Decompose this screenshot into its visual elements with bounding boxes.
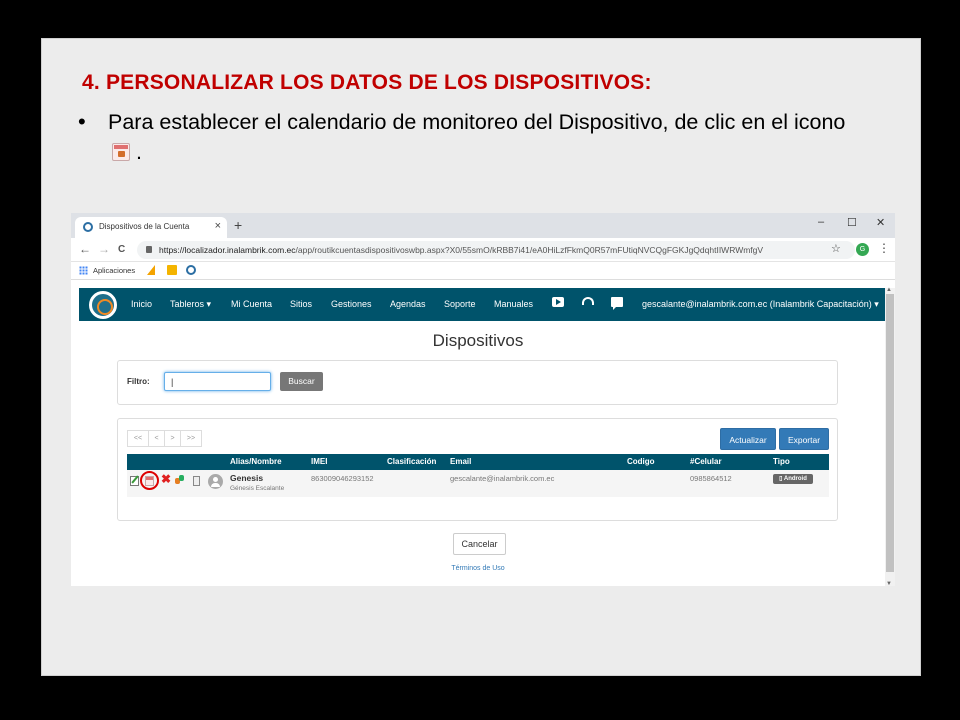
device-name: Génesis Escalante bbox=[230, 485, 285, 492]
filter-panel: Filtro: Buscar bbox=[117, 360, 838, 405]
bookmark-apps[interactable]: Aplicaciones bbox=[93, 266, 135, 275]
document-icon[interactable] bbox=[193, 476, 200, 486]
address-bar-row: ← → C https://localizador.inalambrik.com… bbox=[71, 238, 895, 262]
device-alias: Genesis bbox=[230, 473, 264, 483]
reload-button[interactable]: C bbox=[118, 244, 125, 255]
browser-screenshot: Dispositivos de la Cuenta × + – ☐ ✕ ← → … bbox=[71, 213, 895, 586]
pager-first-button[interactable]: << bbox=[127, 430, 149, 447]
browser-tab[interactable]: Dispositivos de la Cuenta × bbox=[75, 217, 227, 238]
scroll-up-icon[interactable]: ▲ bbox=[886, 287, 892, 293]
col-celular[interactable]: #Celular bbox=[690, 457, 722, 466]
col-codigo[interactable]: Codigo bbox=[627, 457, 655, 466]
url-host: https://localizador.inalambrik.com.ec bbox=[159, 245, 296, 255]
nav-sitios[interactable]: Sitios bbox=[290, 299, 312, 309]
export-button[interactable]: Exportar bbox=[779, 428, 829, 450]
bookmark-inalambrik-icon[interactable] bbox=[186, 265, 196, 275]
tab-title: Dispositivos de la Cuenta bbox=[99, 222, 190, 231]
browser-tab-bar: Dispositivos de la Cuenta × + – ☐ ✕ bbox=[71, 213, 895, 238]
device-imei: 863009046293152 bbox=[311, 474, 374, 483]
filter-label: Filtro: bbox=[127, 377, 150, 386]
group-icon[interactable] bbox=[175, 475, 184, 485]
device-email: gescalante@inalambrik.com.ec bbox=[450, 474, 555, 483]
browser-menu-icon[interactable]: ⋮ bbox=[878, 241, 890, 255]
nav-soporte[interactable]: Soporte bbox=[444, 299, 476, 309]
calendar-icon bbox=[112, 143, 130, 161]
scroll-down-icon[interactable]: ▼ bbox=[886, 581, 892, 586]
page-title: Dispositivos bbox=[432, 331, 524, 350]
nav-inicio[interactable]: Inicio bbox=[131, 299, 152, 309]
bookmark-slides-icon[interactable] bbox=[167, 265, 177, 275]
lock-icon bbox=[146, 246, 152, 253]
maximize-button[interactable]: ☐ bbox=[847, 216, 857, 229]
new-tab-button[interactable]: + bbox=[234, 217, 242, 233]
bullet-text-part2: . bbox=[136, 140, 142, 164]
chat-icon[interactable] bbox=[611, 297, 623, 310]
cancel-button[interactable]: Cancelar bbox=[453, 533, 506, 555]
pager-next-button[interactable]: > bbox=[164, 430, 181, 447]
nav-manuales[interactable]: Manuales bbox=[494, 299, 533, 309]
update-button[interactable]: Actualizar bbox=[720, 428, 776, 450]
device-type: Android bbox=[783, 476, 807, 482]
bullet-text-part1: Para establecer el calendario de monitor… bbox=[108, 110, 846, 134]
nav-gestiones[interactable]: Gestiones bbox=[331, 299, 372, 309]
close-window-button[interactable]: ✕ bbox=[876, 216, 885, 229]
nav-tableros[interactable]: Tableros ▾ bbox=[170, 299, 211, 310]
bookmark-star-icon[interactable]: ☆ bbox=[831, 242, 841, 255]
col-alias[interactable]: Alias/Nombre bbox=[230, 457, 282, 466]
bookmarks-bar: Aplicaciones bbox=[71, 262, 895, 280]
forward-button[interactable]: → bbox=[98, 242, 110, 256]
pager: << < > >> bbox=[127, 430, 202, 447]
bullet-text: Para establecer el calendario de monitor… bbox=[108, 107, 868, 167]
scrollbar[interactable]: ▲ ▼ bbox=[885, 287, 895, 586]
devices-grid-panel: << < > >> Actualizar Exportar Alias/Nomb… bbox=[117, 418, 838, 521]
device-phone: 0985864512 bbox=[690, 474, 732, 483]
highlight-circle bbox=[140, 471, 159, 490]
headset-icon[interactable] bbox=[582, 297, 594, 305]
app-navbar: Inicio Tableros ▾ Mi Cuenta Sitios Gesti… bbox=[79, 288, 885, 321]
apps-grid-icon[interactable] bbox=[79, 266, 88, 275]
pager-last-button[interactable]: >> bbox=[180, 430, 202, 447]
table-header: Alias/Nombre IMEI Clasificación Email Co… bbox=[127, 454, 829, 470]
pager-prev-button[interactable]: < bbox=[148, 430, 165, 447]
user-menu[interactable]: gescalante@inalambrik.com.ec (Inalambrik… bbox=[642, 299, 879, 310]
inalambrik-logo[interactable] bbox=[89, 291, 117, 319]
nav-agendas[interactable]: Agendas bbox=[390, 299, 426, 309]
slide-title: 4. PERSONALIZAR LOS DATOS DE LOS DISPOSI… bbox=[82, 71, 652, 94]
delete-icon[interactable]: ✖ bbox=[161, 472, 171, 486]
url-input[interactable]: https://localizador.inalambrik.com.ec/ap… bbox=[137, 241, 855, 259]
site-favicon-icon bbox=[83, 222, 93, 232]
edit-icon[interactable] bbox=[130, 476, 139, 486]
scrollbar-thumb[interactable] bbox=[886, 294, 894, 572]
profile-avatar[interactable]: G bbox=[856, 243, 869, 256]
col-tipo[interactable]: Tipo bbox=[773, 457, 790, 466]
col-imei[interactable]: IMEI bbox=[311, 457, 327, 466]
youtube-icon[interactable] bbox=[552, 297, 564, 307]
back-button[interactable]: ← bbox=[79, 242, 91, 256]
close-tab-icon[interactable]: × bbox=[215, 220, 221, 232]
terms-link[interactable]: Términos de Uso bbox=[71, 565, 885, 572]
android-badge: ▯ Android bbox=[773, 474, 813, 484]
table-row: ✖ Genesis Génesis Escalante 863009046293… bbox=[127, 470, 829, 497]
avatar bbox=[208, 474, 223, 489]
bullet-marker: • bbox=[78, 109, 86, 134]
url-path: /app/routikcuentasdispositivoswbp.aspx?X… bbox=[295, 245, 764, 255]
bookmark-analytics-icon[interactable] bbox=[147, 265, 155, 275]
page-viewport: Inicio Tableros ▾ Mi Cuenta Sitios Gesti… bbox=[71, 280, 895, 586]
minimize-button[interactable]: – bbox=[818, 216, 824, 228]
search-button[interactable]: Buscar bbox=[280, 372, 323, 391]
col-email[interactable]: Email bbox=[450, 457, 471, 466]
filter-input[interactable] bbox=[164, 372, 271, 391]
col-clasificacion[interactable]: Clasificación bbox=[387, 457, 436, 466]
nav-mi-cuenta[interactable]: Mi Cuenta bbox=[231, 299, 272, 309]
